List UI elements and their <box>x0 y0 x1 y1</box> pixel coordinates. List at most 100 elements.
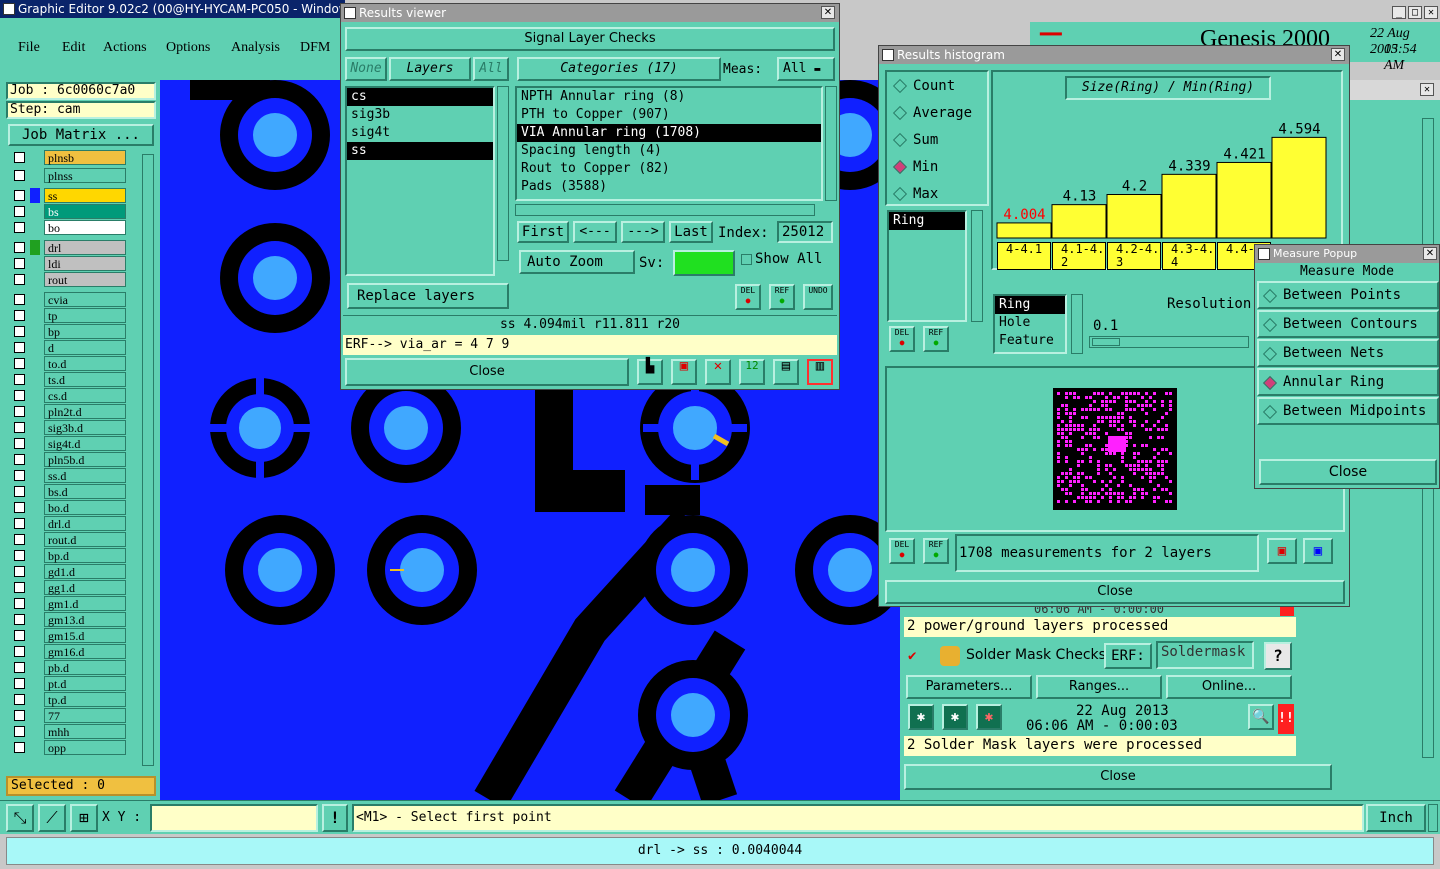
layer-row[interactable]: sig4t.d <box>12 436 130 451</box>
measure-tool-icon[interactable]: ⟋ <box>38 804 66 832</box>
measure-mode-option[interactable]: Between Contours <box>1257 310 1439 338</box>
job-matrix-button[interactable]: Job Matrix ... <box>8 124 154 146</box>
layer-name[interactable]: bs <box>44 204 126 219</box>
layer-checkbox[interactable] <box>14 694 25 705</box>
layer-color-swatch[interactable] <box>30 168 40 183</box>
layer-name[interactable]: pln5b.d <box>44 452 126 467</box>
resolution-slider[interactable] <box>1089 336 1249 348</box>
layer-color-swatch[interactable] <box>30 628 40 643</box>
undo-icon[interactable]: UNDO <box>803 284 833 310</box>
layer-row[interactable]: pb.d <box>12 660 130 675</box>
category-item[interactable]: Pads (3588) <box>517 178 821 196</box>
layer-checkbox[interactable] <box>14 390 25 401</box>
layer-color-swatch[interactable] <box>30 324 40 339</box>
results-close-button[interactable]: Close <box>345 358 629 386</box>
zoom-icon[interactable]: 🔍 <box>1248 704 1274 730</box>
layer-checkbox[interactable] <box>14 470 25 481</box>
radio-icon[interactable] <box>892 105 908 121</box>
radio-icon[interactable] <box>892 132 908 148</box>
layer-name[interactable]: mhh <box>44 724 126 739</box>
run-icon[interactable]: ✱ <box>908 704 934 730</box>
ring-list[interactable]: Ring <box>887 210 967 322</box>
layer-checkbox[interactable] <box>14 294 25 305</box>
layer-checkbox[interactable] <box>14 374 25 385</box>
category-scrollbar[interactable] <box>825 86 837 201</box>
layer-row[interactable]: bp.d <box>12 548 130 563</box>
feature-list[interactable]: Ring Hole Feature <box>993 294 1067 354</box>
layer-color-swatch[interactable] <box>30 356 40 371</box>
layer-row[interactable]: gd1.d <box>12 564 130 579</box>
layer-color-swatch[interactable] <box>30 452 40 467</box>
layer-row[interactable]: sig3b.d <box>12 420 130 435</box>
layer-name[interactable]: gm15.d <box>44 628 126 643</box>
mode-option[interactable]: Sum <box>891 130 987 150</box>
layer-color-swatch[interactable] <box>30 240 40 255</box>
layer-checkbox[interactable] <box>14 222 25 233</box>
layer-row[interactable]: rout.d <box>12 532 130 547</box>
layer-row[interactable]: drl.d <box>12 516 130 531</box>
layer-name[interactable]: bo.d <box>44 500 126 515</box>
layer-name[interactable]: ss.d <box>44 468 126 483</box>
layer-color-swatch[interactable] <box>30 708 40 723</box>
layer-row[interactable]: gm15.d <box>12 628 130 643</box>
snapshot-icon[interactable]: ▣ <box>671 359 697 385</box>
radio-icon[interactable] <box>1262 404 1278 420</box>
layer-row[interactable]: gg1.d <box>12 580 130 595</box>
layer-color-swatch[interactable] <box>30 500 40 515</box>
category-item[interactable]: NPTH Annular ring (8) <box>517 88 821 106</box>
layer-row[interactable]: ss <box>12 188 130 203</box>
layer-row[interactable]: bs.d <box>12 484 130 499</box>
layer-result-item[interactable]: cs <box>347 88 493 106</box>
category-item[interactable]: VIA Annular ring (1708) <box>517 124 821 142</box>
layer-name[interactable]: bp <box>44 324 126 339</box>
layer-name[interactable]: opp <box>44 740 126 755</box>
close-icon[interactable]: ✕ <box>1420 83 1434 96</box>
last-button[interactable]: Last <box>669 221 713 243</box>
layer-checkbox[interactable] <box>14 310 25 321</box>
layer-row[interactable]: d <box>12 340 130 355</box>
online-button[interactable]: Online... <box>1166 675 1292 699</box>
layer-row[interactable]: bp <box>12 324 130 339</box>
category-hscrollbar[interactable] <box>515 204 815 216</box>
layer-color-swatch[interactable] <box>30 516 40 531</box>
layer-checkbox[interactable] <box>14 678 25 689</box>
measure-mode-option[interactable]: Between Points <box>1257 281 1439 309</box>
layer-name[interactable]: ts.d <box>44 372 126 387</box>
histogram-close-button[interactable]: Close <box>885 580 1345 604</box>
layer-row[interactable]: tp <box>12 308 130 323</box>
alert-icon[interactable]: ! <box>322 804 348 832</box>
layer-row[interactable]: 77 <box>12 708 130 723</box>
layer-checkbox[interactable] <box>14 646 25 657</box>
layer-checkbox[interactable] <box>14 534 25 545</box>
feature-item[interactable]: Feature <box>995 332 1065 350</box>
layer-checkbox[interactable] <box>14 502 25 513</box>
layer-row[interactable]: bo <box>12 220 130 235</box>
layer-checkbox[interactable] <box>14 550 25 561</box>
meas-select[interactable]: All ▬ <box>777 57 835 81</box>
layer-name[interactable]: bs.d <box>44 484 126 499</box>
layer-checkbox[interactable] <box>14 598 25 609</box>
layer-row[interactable]: plnss <box>12 168 130 183</box>
layer-checkbox[interactable] <box>14 662 25 673</box>
layer-row[interactable]: pln5b.d <box>12 452 130 467</box>
ring-list-scrollbar[interactable] <box>971 210 983 322</box>
layer-result-item[interactable]: ss <box>347 142 493 160</box>
radio-icon[interactable] <box>892 78 908 94</box>
zoom-to-icon[interactable]: ▣ <box>1267 538 1297 564</box>
histogram-bar[interactable] <box>1051 204 1107 239</box>
histogram-icon[interactable]: ▥ <box>807 359 833 385</box>
category-item[interactable]: PTH to Copper (907) <box>517 106 821 124</box>
menu-analysis[interactable]: Analysis <box>231 40 280 56</box>
layer-color-swatch[interactable] <box>30 150 40 165</box>
histogram-bar[interactable] <box>1106 194 1162 239</box>
layer-name[interactable]: cvia <box>44 292 126 307</box>
layer-color-swatch[interactable] <box>30 308 40 323</box>
layer-row[interactable]: ss.d <box>12 468 130 483</box>
layer-color-swatch[interactable] <box>30 388 40 403</box>
layer-row[interactable]: plnsb <box>12 150 130 165</box>
layer-checkbox[interactable] <box>14 582 25 593</box>
menu-edit[interactable]: Edit <box>62 40 85 56</box>
layer-color-swatch[interactable] <box>30 468 40 483</box>
layer-checkbox[interactable] <box>14 614 25 625</box>
layer-name[interactable]: pln2t.d <box>44 404 126 419</box>
